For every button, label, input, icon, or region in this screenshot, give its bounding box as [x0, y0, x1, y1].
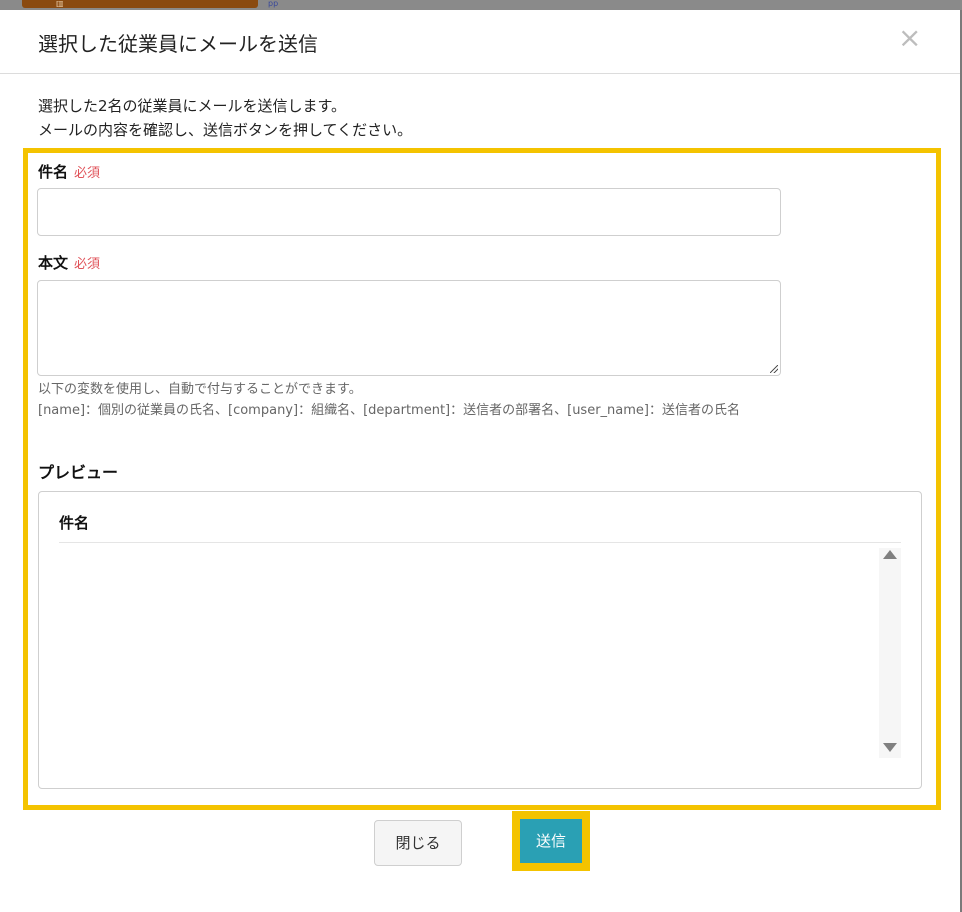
body-textarea[interactable]: [37, 280, 781, 376]
preview-panel: 件名: [38, 491, 922, 789]
subject-label: 件名 必須: [38, 161, 100, 182]
help-line-1: 以下の変数を使用し、自動で付与することができます。: [38, 382, 362, 397]
description-line-1: 選択した2名の従業員にメールを送信します。: [38, 97, 347, 115]
preview-scrollbar[interactable]: [879, 548, 901, 758]
body-label: 本文 必須: [38, 252, 100, 273]
send-email-modal: 選択した従業員にメールを送信 × 選択した2名の従業員にメールを送信します。 メ…: [0, 10, 960, 912]
preview-body: [59, 548, 881, 758]
preview-divider: [59, 542, 901, 543]
background-button: ▥: [22, 0, 258, 8]
send-button[interactable]: 送信: [520, 819, 582, 863]
preview-label: プレビュー: [38, 463, 119, 482]
building-icon: ▥: [56, 0, 64, 8]
preview-subject-heading: 件名: [59, 514, 90, 532]
scroll-down-arrow-icon[interactable]: [883, 743, 897, 752]
subject-input[interactable]: [37, 188, 781, 236]
modal-title: 選択した従業員にメールを送信: [38, 32, 318, 56]
close-icon[interactable]: ×: [898, 22, 921, 54]
required-badge: 必須: [74, 257, 101, 272]
subject-label-text: 件名: [38, 163, 69, 181]
help-line-2: [name]：個別の従業員の氏名、[company]：組織名、[departme…: [38, 403, 740, 418]
description-line-2: メールの内容を確認し、送信ボタンを押してください。: [38, 121, 413, 139]
variables-help-text: 以下の変数を使用し、自動で付与することができます。 [name]：個別の従業員の…: [38, 379, 782, 421]
modal-header: 選択した従業員にメールを送信 ×: [0, 10, 960, 74]
close-button[interactable]: 閉じる: [374, 820, 462, 866]
scroll-up-arrow-icon[interactable]: [883, 550, 897, 559]
resize-handle-icon[interactable]: [770, 365, 778, 373]
body-label-text: 本文: [38, 254, 69, 272]
background-link: pp: [268, 0, 279, 8]
required-badge: 必須: [74, 166, 101, 181]
modal-description: 選択した2名の従業員にメールを送信します。 メールの内容を確認し、送信ボタンを押…: [38, 94, 412, 142]
